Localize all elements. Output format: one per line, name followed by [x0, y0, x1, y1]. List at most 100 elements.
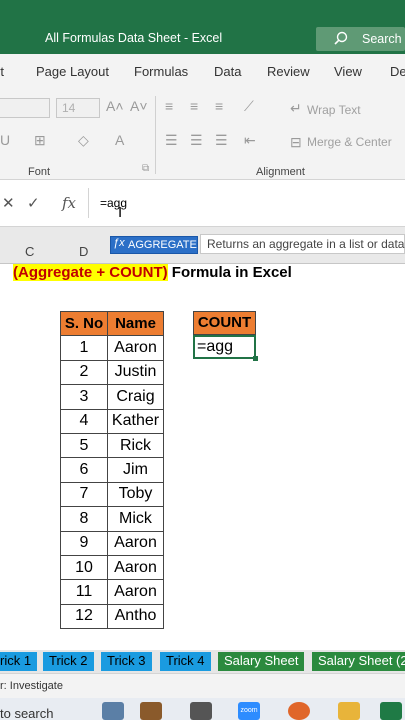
decrease-font-icon[interactable]: A˅: [130, 98, 148, 114]
column-header-d[interactable]: D: [79, 244, 88, 259]
cell-s-no[interactable]: 10: [60, 554, 108, 581]
cell-name[interactable]: Aaron: [107, 579, 164, 605]
formula-bar-buttons: ✕ ✓ fx: [0, 188, 89, 218]
formula-input[interactable]: =agg: [100, 196, 127, 210]
tab-review[interactable]: Review: [267, 64, 310, 79]
taskbar-zoom-icon[interactable]: zoom: [238, 702, 260, 720]
merge-center-icon[interactable]: ⊟: [290, 134, 302, 151]
search-label: Search: [362, 32, 402, 46]
font-size-select[interactable]: 14: [56, 98, 100, 118]
font-size-value: 14: [62, 101, 76, 115]
cell-s-no[interactable]: 2: [60, 359, 108, 386]
align-bottom-icon[interactable]: ≡: [215, 98, 223, 114]
header-s-no[interactable]: S. No: [60, 310, 108, 337]
merge-center-button[interactable]: Merge & Center: [307, 135, 392, 149]
increase-font-icon[interactable]: A˄: [106, 98, 124, 114]
sheet-tab-trick-4[interactable]: Trick 4: [160, 652, 211, 671]
cell-name[interactable]: Justin: [107, 359, 164, 386]
status-bar: r: Investigate: [0, 673, 405, 698]
taskbar-store-icon[interactable]: [140, 702, 162, 720]
table-row: 9 Aaron: [60, 530, 164, 556]
cell-s-no[interactable]: 12: [60, 603, 108, 630]
font-dialog-launcher-icon[interactable]: ⧉: [142, 163, 149, 174]
cell-name[interactable]: Rick: [107, 432, 164, 459]
taskbar: to search zoom: [0, 698, 405, 720]
sheet-tab-salary-sheet[interactable]: Salary Sheet: [218, 652, 305, 671]
autocomplete-aggregate-item[interactable]: ƒx AGGREGATE: [110, 236, 198, 254]
cell-name[interactable]: Craig: [107, 384, 164, 410]
cell-s-no[interactable]: 7: [60, 481, 108, 508]
autocomplete-item-label: AGGREGATE: [128, 239, 197, 251]
underline-icon[interactable]: U: [0, 132, 10, 148]
cell-s-no[interactable]: 11: [60, 579, 108, 605]
orientation-icon[interactable]: ⟋: [244, 98, 254, 115]
search-box[interactable]: Search: [316, 27, 405, 51]
window-title: All Formulas Data Sheet - Excel: [45, 31, 223, 45]
title-bar: All Formulas Data Sheet - Excel Search: [0, 0, 405, 54]
autocomplete-tooltip: Returns an aggregate in a list or datab: [200, 234, 405, 254]
sheet-tab-trick-1[interactable]: rick 1: [0, 652, 38, 671]
cell-name[interactable]: Jim: [107, 457, 164, 483]
cell-s-no[interactable]: 3: [60, 384, 108, 410]
wrap-text-button[interactable]: Wrap Text: [307, 103, 361, 117]
taskbar-search[interactable]: to search: [0, 706, 53, 720]
search-icon: [334, 31, 348, 45]
taskbar-folder-icon[interactable]: [338, 702, 360, 720]
cell-s-no[interactable]: 6: [60, 457, 108, 483]
tab-page-layout[interactable]: Page Layout: [36, 64, 109, 79]
insert-function-icon[interactable]: fx: [62, 194, 76, 212]
status-text: r: Investigate: [0, 680, 63, 692]
align-top-icon[interactable]: ≡: [165, 98, 173, 114]
table-row: 4 Kather: [60, 408, 164, 434]
font-color-icon[interactable]: A: [115, 132, 124, 148]
align-left-icon[interactable]: ☰: [165, 132, 178, 149]
cell-s-no[interactable]: 1: [60, 335, 108, 361]
taskbar-firefox-icon[interactable]: [288, 702, 310, 720]
count-header[interactable]: COUNT: [193, 311, 256, 335]
cell-name[interactable]: Kather: [107, 408, 164, 434]
font-group-label: Font: [28, 166, 51, 178]
table-row: 2 Justin: [60, 359, 164, 386]
align-middle-icon[interactable]: ≡: [190, 98, 198, 114]
header-name[interactable]: Name: [107, 310, 164, 337]
table-row: 7 Toby: [60, 481, 164, 508]
tab-developer[interactable]: Dev: [390, 64, 405, 79]
cell-s-no[interactable]: 5: [60, 432, 108, 459]
wrap-text-icon[interactable]: ↵: [290, 100, 302, 117]
align-center-icon[interactable]: ☰: [190, 132, 203, 149]
cancel-icon[interactable]: ✕: [2, 194, 15, 212]
enter-icon[interactable]: ✓: [27, 194, 40, 212]
ribbon-tabs: rt Page Layout Formulas Data Review View…: [0, 54, 405, 90]
sheet-tab-trick-2[interactable]: Trick 2: [43, 652, 94, 671]
tab-data[interactable]: Data: [214, 64, 241, 79]
font-name-select[interactable]: [0, 98, 50, 118]
taskbar-excel-icon[interactable]: [380, 702, 402, 720]
tab-formulas[interactable]: Formulas: [134, 64, 188, 79]
tab-insert[interactable]: rt: [0, 64, 4, 79]
borders-icon[interactable]: ⊞: [34, 132, 46, 149]
cell-name[interactable]: Mick: [107, 506, 164, 532]
taskbar-app-icon[interactable]: [102, 702, 124, 720]
sheet-tab-salary-sheet-2[interactable]: Salary Sheet (2: [312, 652, 405, 671]
cell-s-no[interactable]: 9: [60, 530, 108, 556]
cell-s-no[interactable]: 4: [60, 408, 108, 434]
column-header-c[interactable]: C: [25, 244, 34, 259]
cell-name[interactable]: Antho: [107, 603, 164, 630]
tab-view[interactable]: View: [334, 64, 362, 79]
cell-name[interactable]: Toby: [107, 481, 164, 508]
indent-icon[interactable]: ⇤: [244, 132, 256, 149]
ribbon: 14 A˄ A˅ U ⊞ ◇ A ≡ ≡ ≡ ⟋ ☰ ☰ ☰ ⇤ ↵ Wrap …: [0, 90, 405, 180]
fill-color-icon[interactable]: ◇: [78, 132, 89, 149]
fill-handle[interactable]: [253, 356, 258, 361]
cell-s-no[interactable]: 8: [60, 506, 108, 532]
sheet-tab-trick-3[interactable]: Trick 3: [101, 652, 152, 671]
cell-name[interactable]: Aaron: [107, 335, 164, 361]
heading-part-3: Formula in Excel: [167, 264, 292, 281]
sheet-tab-bar: rick 1 Trick 2 Trick 3 Trick 4 Salary Sh…: [0, 650, 405, 673]
cell-name[interactable]: Aaron: [107, 530, 164, 556]
table-row: 3 Craig: [60, 384, 164, 410]
count-active-cell[interactable]: =agg: [193, 335, 256, 359]
cell-name[interactable]: Aaron: [107, 554, 164, 581]
taskbar-taskview-icon[interactable]: [190, 702, 212, 720]
align-right-icon[interactable]: ☰: [215, 132, 228, 149]
